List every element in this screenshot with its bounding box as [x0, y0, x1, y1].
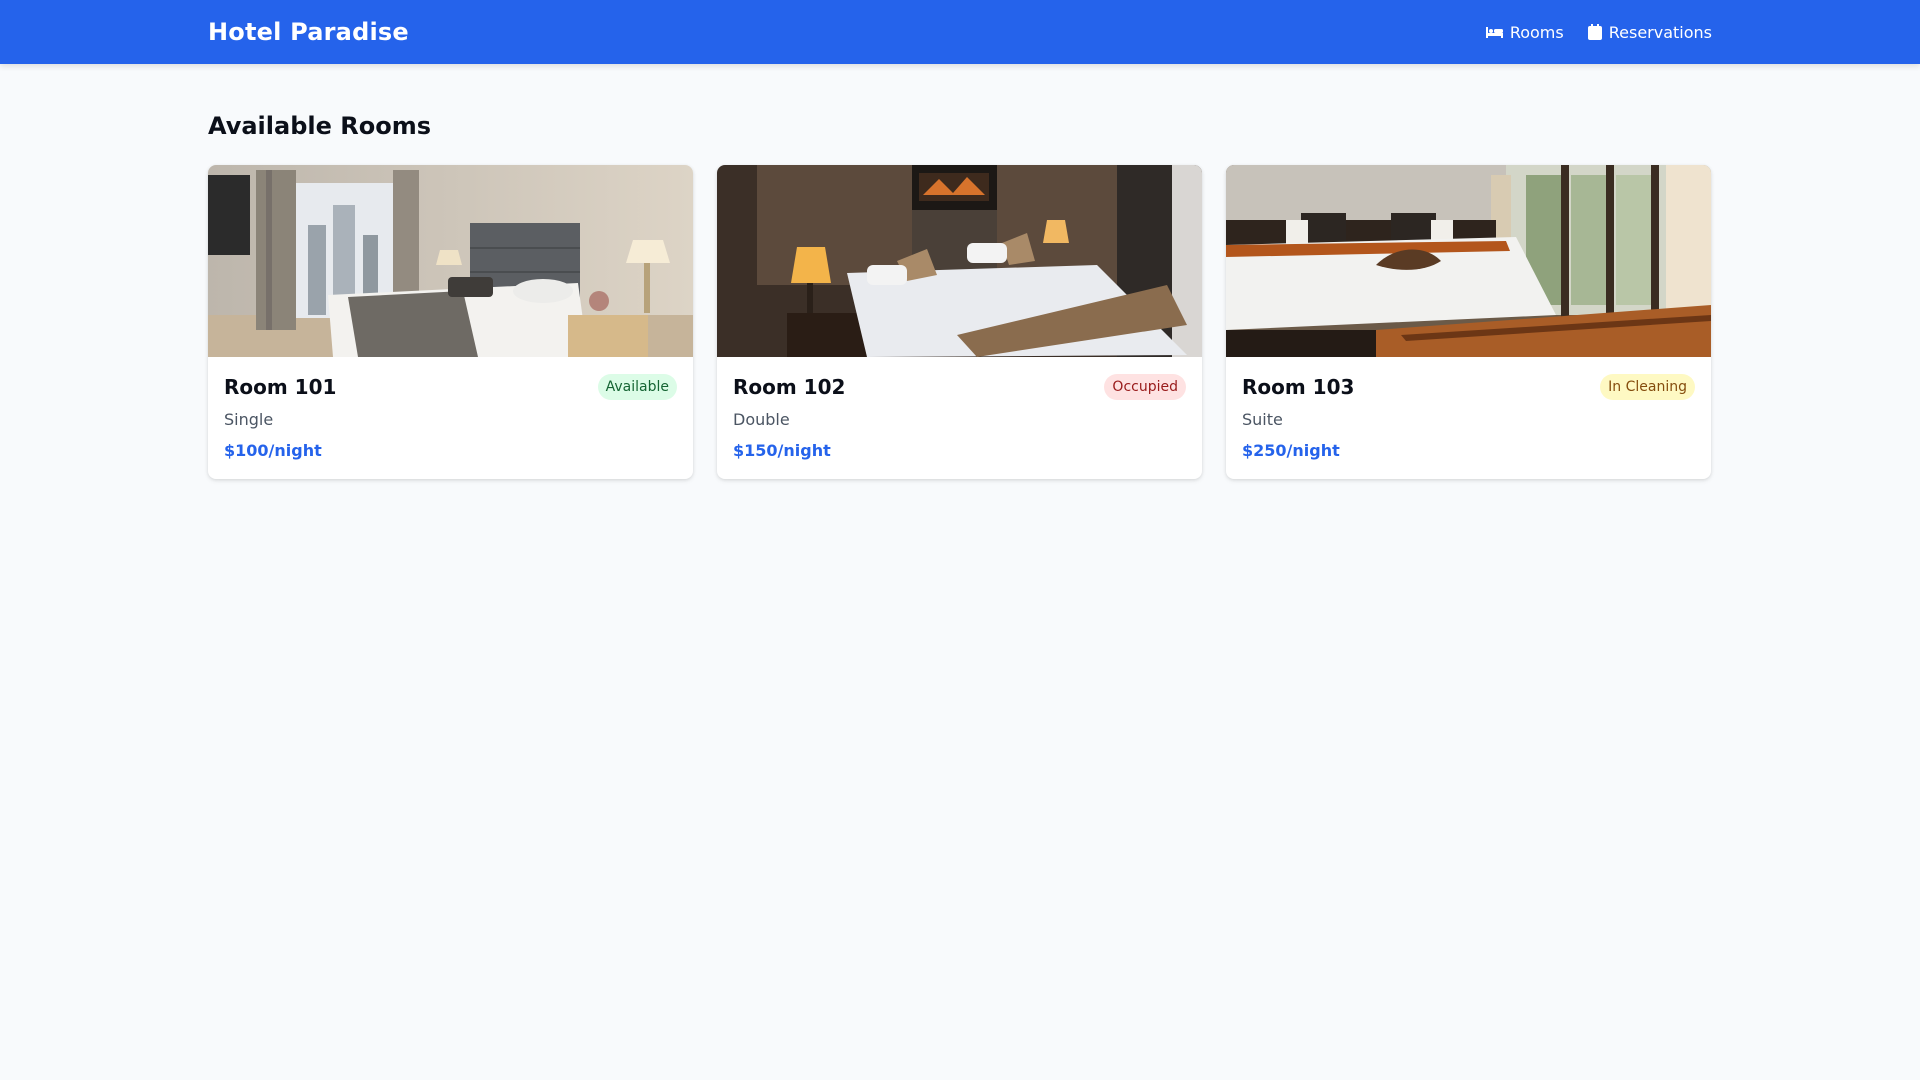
- main-nav: Rooms Reservations: [1485, 22, 1712, 42]
- nav-reservations-link[interactable]: Reservations: [1587, 22, 1712, 42]
- room-type: Suite: [1242, 410, 1283, 429]
- top-navbar: Hotel Paradise Rooms Reservations: [0, 0, 1920, 64]
- main-content: Available Rooms Room 101 Available Singl…: [208, 64, 1712, 479]
- room-type: Double: [733, 410, 790, 429]
- status-badge: In Cleaning: [1600, 373, 1695, 400]
- nav-rooms-link[interactable]: Rooms: [1485, 22, 1564, 42]
- room-card[interactable]: Room 101 Available Single $100/night: [208, 165, 693, 479]
- room-name: Room 101: [224, 374, 337, 399]
- status-badge: Occupied: [1104, 373, 1186, 400]
- room-card-header: Room 103 In Cleaning: [1242, 373, 1695, 400]
- room-card-header: Room 101 Available: [224, 373, 677, 400]
- room-name: Room 102: [733, 374, 846, 399]
- room-grid: Room 101 Available Single $100/night Roo…: [208, 165, 1712, 479]
- room-price: $100/night: [224, 441, 322, 460]
- status-badge: Available: [597, 373, 677, 400]
- navbar-inner: Hotel Paradise Rooms Reservations: [192, 0, 1728, 64]
- calendar-icon: [1587, 24, 1602, 40]
- room-card[interactable]: Room 103 In Cleaning Suite $250/night: [1226, 165, 1711, 479]
- room-card-body: Room 102 Occupied Double $150/night: [717, 357, 1202, 479]
- room-card-body: Room 101 Available Single $100/night: [208, 357, 693, 479]
- room-price: $250/night: [1242, 441, 1340, 460]
- room-photo: [1226, 165, 1711, 357]
- page-title: Available Rooms: [208, 112, 431, 140]
- room-card-header: Room 102 Occupied: [733, 373, 1186, 400]
- nav-rooms-label: Rooms: [1509, 22, 1564, 42]
- room-price: $150/night: [733, 441, 831, 460]
- room-photo: [717, 165, 1202, 357]
- room-card[interactable]: Room 102 Occupied Double $150/night: [717, 165, 1202, 479]
- brand-logo-text[interactable]: Hotel Paradise: [208, 18, 409, 46]
- room-type: Single: [224, 410, 274, 429]
- bed-icon: [1485, 25, 1503, 39]
- room-photo: [208, 165, 693, 357]
- nav-reservations-label: Reservations: [1608, 22, 1712, 42]
- room-name: Room 103: [1242, 374, 1355, 399]
- room-card-body: Room 103 In Cleaning Suite $250/night: [1226, 357, 1711, 479]
